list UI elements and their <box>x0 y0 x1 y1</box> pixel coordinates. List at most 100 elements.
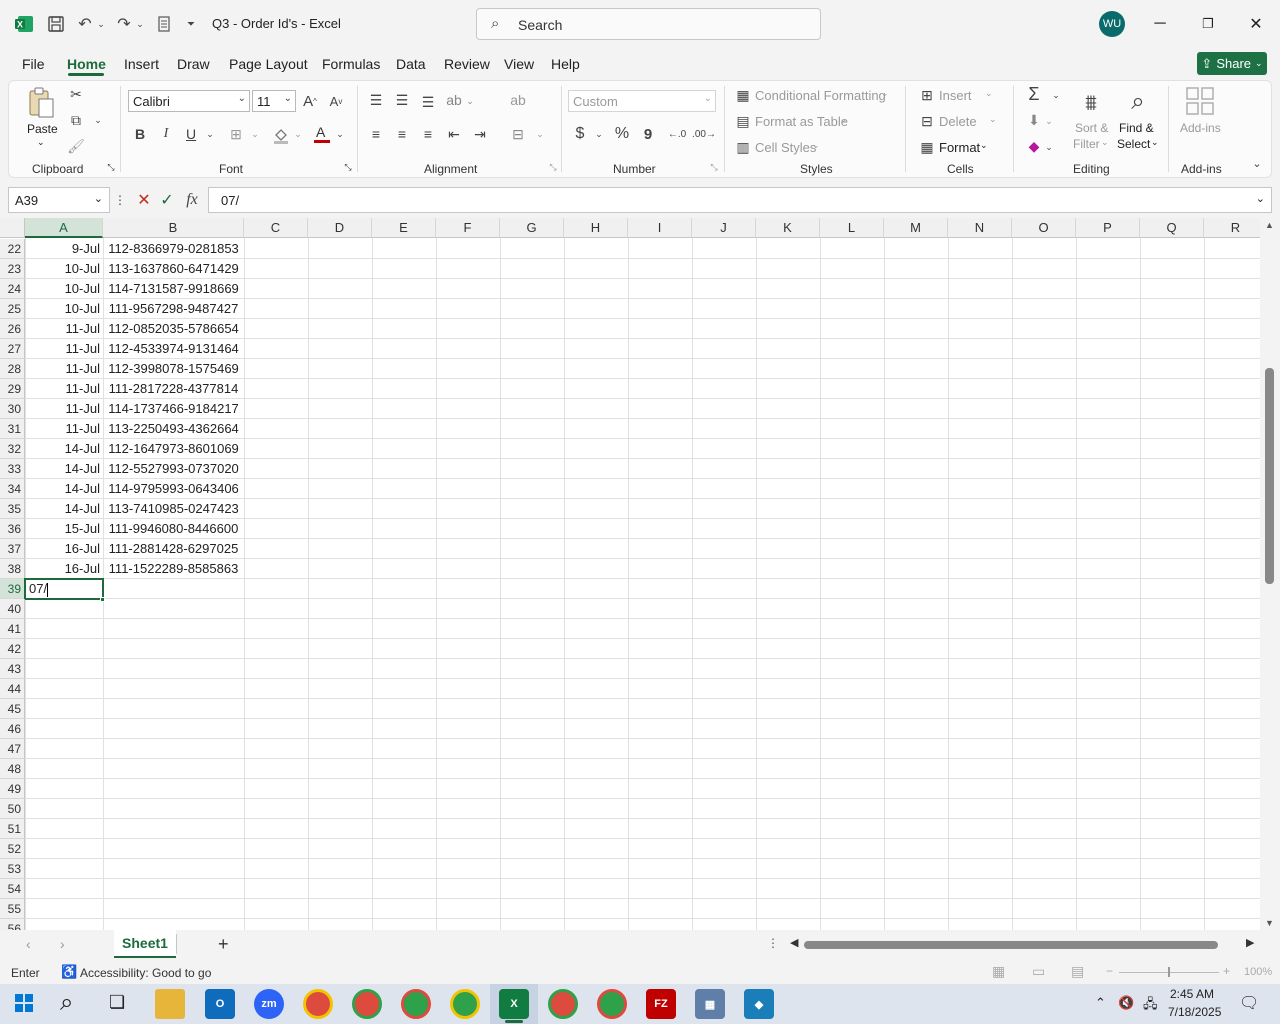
format-cells-button[interactable]: Format <box>939 140 980 155</box>
decrease-indent-icon[interactable]: ⇤ <box>444 124 464 144</box>
tab-home[interactable]: Home <box>67 56 106 72</box>
borders-icon[interactable]: ⊞ <box>226 124 246 144</box>
cell-a51[interactable] <box>25 819 103 839</box>
row-header[interactable]: 33 <box>0 459 25 479</box>
cell-a47[interactable] <box>25 739 103 759</box>
row-header[interactable]: 52 <box>0 839 25 859</box>
normal-view-icon[interactable]: ▦ <box>992 963 1005 980</box>
merge-dropdown-icon[interactable]: ⌄ <box>535 126 545 142</box>
row-header[interactable]: 46 <box>0 719 25 739</box>
cell-b55[interactable] <box>103 899 244 919</box>
find-select-icon[interactable]: ⌕ <box>1120 84 1156 120</box>
row-header[interactable]: 44 <box>0 679 25 699</box>
row-header[interactable]: 30 <box>0 399 25 419</box>
autosum-dropdown-icon[interactable]: ⌄ <box>1051 88 1061 102</box>
cell-a46[interactable] <box>25 719 103 739</box>
cell-styles-button[interactable]: Cell Styles <box>755 140 816 155</box>
next-sheet-icon[interactable]: › <box>60 936 65 952</box>
wrap-text-icon[interactable]: ab <box>508 90 528 110</box>
underline-dropdown-icon[interactable]: ⌄ <box>204 126 216 142</box>
column-header-e[interactable]: E <box>372 218 436 238</box>
clipboard-launcher-icon[interactable]: ⤡ <box>106 162 116 172</box>
cancel-entry-icon[interactable]: ✕ <box>134 189 154 211</box>
row-header[interactable]: 47 <box>0 739 25 759</box>
row-header[interactable]: 39 <box>0 579 25 599</box>
cell-b24[interactable]: 114-7131587-9918669 <box>103 279 244 299</box>
notifications-icon[interactable]: 🗨 <box>1239 993 1259 1013</box>
paste-dropdown-icon[interactable]: ⌄ <box>37 137 45 148</box>
decrease-font-size-icon[interactable]: Av <box>326 90 346 112</box>
close-icon[interactable]: ✕ <box>1241 10 1271 38</box>
cell-a23[interactable]: 10-Jul <box>25 259 103 279</box>
row-header[interactable]: 29 <box>0 379 25 399</box>
fill-color-icon[interactable] <box>270 124 292 146</box>
currency-button[interactable]: $ <box>572 124 588 144</box>
cell-a32[interactable]: 14-Jul <box>25 439 103 459</box>
cell-b29[interactable]: 111-2817228-4377814 <box>103 379 244 399</box>
cell-b47[interactable] <box>103 739 244 759</box>
cell-b26[interactable]: 112-0852035-5786654 <box>103 319 244 339</box>
chrome-icon[interactable] <box>401 989 431 1019</box>
row-header[interactable]: 51 <box>0 819 25 839</box>
tab-draw[interactable]: Draw <box>177 56 210 72</box>
tab-insert[interactable]: Insert <box>124 56 159 72</box>
taskbar-date[interactable]: 7/18/2025 <box>1168 1005 1221 1019</box>
autosum-icon[interactable]: Σ <box>1024 84 1044 104</box>
cell-b48[interactable] <box>103 759 244 779</box>
cell-b38[interactable]: 111-1522289-8585863 <box>103 559 244 579</box>
fill-dropdown-icon[interactable]: ⌄ <box>1044 114 1054 128</box>
restore-icon[interactable]: ❐ <box>1193 10 1223 38</box>
column-header-r[interactable]: R <box>1204 218 1260 238</box>
select-all-corner[interactable] <box>0 218 25 238</box>
cell-b42[interactable] <box>103 639 244 659</box>
cell-a38[interactable]: 16-Jul <box>25 559 103 579</box>
tab-file[interactable]: File <box>22 56 45 72</box>
row-header[interactable]: 35 <box>0 499 25 519</box>
row-header[interactable]: 24 <box>0 279 25 299</box>
increase-font-size-icon[interactable]: A ^ <box>300 90 320 112</box>
file-explorer-icon[interactable] <box>155 989 185 1019</box>
customize-toolbar-icon[interactable]: ⏷ <box>184 12 198 36</box>
column-header-m[interactable]: M <box>884 218 948 238</box>
show-hidden-icons-icon[interactable]: ⌃ <box>1095 995 1106 1011</box>
scroll-right-icon[interactable]: ▶ <box>1246 936 1254 949</box>
cell-a52[interactable] <box>25 839 103 859</box>
page-break-view-icon[interactable]: ▤ <box>1071 963 1084 980</box>
fill-color-dropdown-icon[interactable]: ⌄ <box>293 126 303 142</box>
insert-function-icon[interactable]: fx <box>181 189 203 211</box>
cell-b31[interactable]: 113-2250493-4362664 <box>103 419 244 439</box>
add-ins-icon[interactable] <box>1183 84 1217 118</box>
row-header[interactable]: 26 <box>0 319 25 339</box>
row-header[interactable]: 56 <box>0 919 25 930</box>
prev-sheet-icon[interactable]: ‹ <box>26 936 31 952</box>
undo-dropdown-icon[interactable]: ⌄ <box>95 12 107 36</box>
cell-a48[interactable] <box>25 759 103 779</box>
increase-indent-icon[interactable]: ⇥ <box>470 124 490 144</box>
cell-b22[interactable]: 112-8366979-0281853 <box>103 239 244 259</box>
cell-b41[interactable] <box>103 619 244 639</box>
row-header[interactable]: 31 <box>0 419 25 439</box>
column-header-b[interactable]: B <box>103 218 244 238</box>
cell-b46[interactable] <box>103 719 244 739</box>
formula-input[interactable]: 07/ ⌄ <box>208 187 1272 213</box>
font-color-icon[interactable]: A <box>311 122 333 146</box>
cell-b35[interactable]: 113-7410985-0247423 <box>103 499 244 519</box>
conditional-formatting-button[interactable]: Conditional Formatting <box>755 88 886 103</box>
horizontal-scroll-thumb[interactable] <box>804 941 1218 949</box>
cell-b27[interactable]: 112-4533974-9131464 <box>103 339 244 359</box>
row-header[interactable]: 49 <box>0 779 25 799</box>
row-header[interactable]: 37 <box>0 539 25 559</box>
column-header-j[interactable]: J <box>692 218 756 238</box>
cell-a34[interactable]: 14-Jul <box>25 479 103 499</box>
row-header[interactable]: 42 <box>0 639 25 659</box>
spreadsheet-grid[interactable]: ABCDEFGHIJKLMNOPQR 22 9-Jul 112-8366979-02… <box>0 218 1260 930</box>
save-icon[interactable] <box>44 12 68 36</box>
copy-dropdown-icon[interactable]: ⌄ <box>92 112 104 128</box>
cell-a41[interactable] <box>25 619 103 639</box>
cell-b43[interactable] <box>103 659 244 679</box>
bottom-align-icon[interactable]: ☰ <box>418 92 438 112</box>
decrease-decimal-icon[interactable]: .00→ <box>692 124 716 144</box>
cell-a42[interactable] <box>25 639 103 659</box>
redo-dropdown-icon[interactable]: ⌄ <box>134 12 146 36</box>
share-button[interactable]: ⇪ Share ⌄ <box>1197 52 1267 75</box>
